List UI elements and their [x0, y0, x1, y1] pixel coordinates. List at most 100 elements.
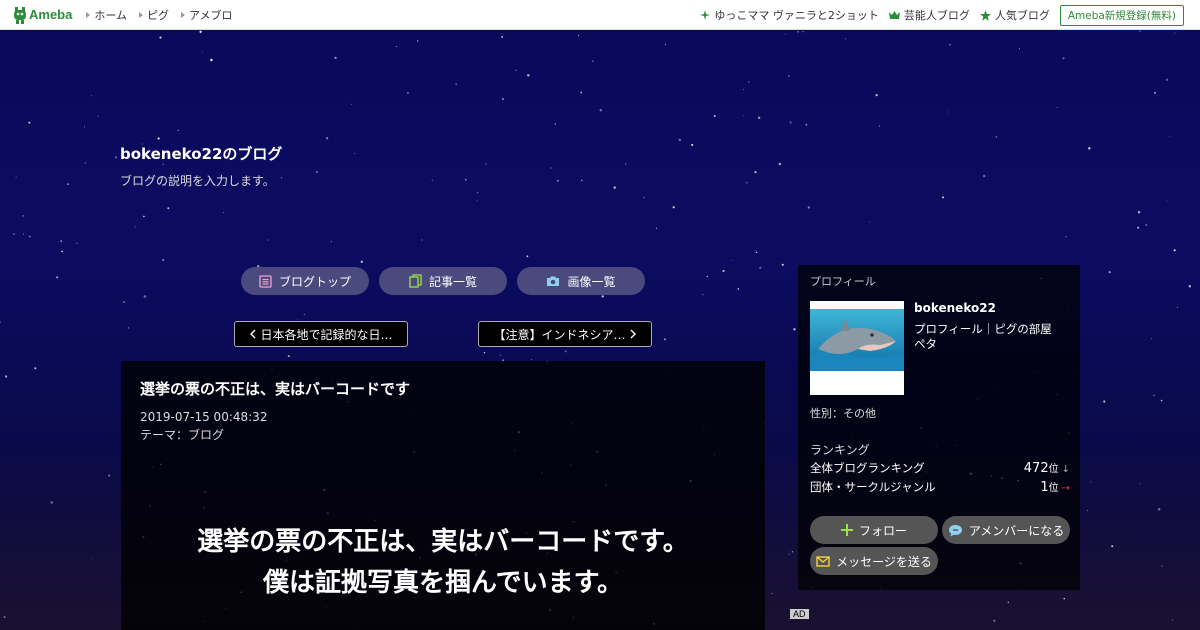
- star-dot: [556, 179, 560, 182]
- star-dot: [797, 30, 800, 33]
- star-dot: [1150, 338, 1152, 340]
- star-dot: [713, 114, 716, 118]
- nav-home-link[interactable]: ホーム: [86, 7, 127, 23]
- star-dot: [499, 354, 501, 356]
- nav-celebrity-blog-link[interactable]: 芸能人ブログ: [888, 7, 970, 23]
- star-dot: [1161, 565, 1163, 567]
- star-dot: [76, 242, 78, 245]
- ameba-logo[interactable]: Ameba: [13, 6, 72, 24]
- star-dot: [781, 263, 784, 266]
- star-dot: [1154, 92, 1156, 94]
- star-dot: [406, 91, 409, 94]
- star-dot: [1088, 147, 1091, 150]
- star-dot: [746, 181, 748, 184]
- star-dot: [791, 551, 794, 553]
- profile-link[interactable]: プロフィール: [914, 322, 983, 336]
- star-dot: [134, 226, 136, 228]
- profile-links: プロフィール｜ピグの部屋: [914, 321, 1052, 337]
- follow-button[interactable]: フォロー: [810, 516, 938, 544]
- pigg-room-link[interactable]: ピグの部屋: [994, 322, 1052, 336]
- star-dot: [531, 359, 533, 361]
- blog-top-button[interactable]: ブログトップ: [241, 267, 369, 295]
- article-headline-line-1: 選挙の票の不正は、実はバーコードです。: [197, 527, 689, 557]
- peta-link[interactable]: ペタ: [914, 336, 937, 352]
- star-dot: [122, 301, 125, 304]
- star-dot: [330, 240, 332, 243]
- star-dot: [1065, 236, 1067, 238]
- nav-pigg-link[interactable]: ピグ: [139, 7, 169, 23]
- star-dot: [5, 375, 8, 378]
- star-dot: [114, 156, 118, 159]
- profile-name[interactable]: bokeneko22: [914, 301, 996, 315]
- star-dot: [702, 294, 704, 296]
- amember-button[interactable]: アメンバーになる: [942, 516, 1070, 544]
- star-dot: [483, 351, 486, 354]
- article-theme: テーマ：ブログ: [140, 426, 224, 443]
- star-dot: [1153, 394, 1155, 397]
- star-dot: [743, 89, 744, 91]
- link-separator: ｜: [982, 322, 995, 336]
- star-dot: [1137, 211, 1141, 214]
- star-dot: [678, 138, 681, 142]
- star-dot: [526, 255, 529, 258]
- nav-featured-link[interactable]: ゆっこママ ヴァニラと2ショット: [700, 7, 879, 23]
- article-headline-line-2: 僕は証拠写真を掴んでいます。: [262, 568, 624, 598]
- previous-article-link[interactable]: 日本各地で記録的な日…: [234, 321, 408, 347]
- star-dot: [280, 177, 283, 179]
- star-dot: [655, 227, 658, 229]
- nav-ameblo-link[interactable]: アメブロ: [181, 7, 232, 23]
- star-dot: [1173, 249, 1176, 252]
- star-dot: [15, 176, 17, 178]
- star-dot: [757, 116, 761, 120]
- blog-title[interactable]: bokeneko22のブログ: [120, 143, 282, 164]
- star-dot: [84, 162, 86, 164]
- star-dot: [56, 276, 59, 279]
- star-dot: [431, 179, 433, 182]
- star-dot: [995, 136, 998, 138]
- star-dot: [1165, 78, 1169, 81]
- star-dot: [993, 619, 996, 622]
- blog-description: ブログの説明を入力します。: [120, 174, 275, 188]
- star-dot: [672, 206, 675, 209]
- image-list-button[interactable]: 画像一覧: [517, 267, 645, 295]
- profile-section-label: プロフィール: [810, 275, 876, 288]
- star-dot: [22, 233, 25, 235]
- article-title[interactable]: 選挙の票の不正は、実はバーコードです: [140, 378, 410, 399]
- ranking-row-circle-genre[interactable]: 団体・サークルジャンル 1位 →: [810, 479, 1070, 495]
- register-button[interactable]: Ameba新規登録(無料): [1059, 4, 1184, 26]
- star-dot: [199, 30, 202, 33]
- star-dot: [754, 171, 757, 174]
- star-dot: [84, 126, 86, 128]
- star-dot: [805, 123, 808, 126]
- rank-value: 1: [1040, 480, 1049, 495]
- ameba-header-bar: Ameba ホーム ピグ アメブロ ゆっこママ ヴァニラと2ショット 芸能人ブロ…: [0, 0, 1200, 30]
- header-nav-right: ゆっこママ ヴァニラと2ショット 芸能人ブログ 人気ブログ Ameba新規登録(…: [700, 0, 1200, 30]
- star-dot: [771, 593, 773, 594]
- star-dot: [1174, 32, 1176, 34]
- star-dot: [267, 239, 269, 241]
- copy-documents-icon: [409, 274, 422, 288]
- star-dot: [789, 121, 792, 124]
- star-dot: [793, 328, 796, 331]
- nav-popular-blog-link[interactable]: 人気ブログ: [979, 7, 1050, 23]
- star-dot: [778, 162, 782, 166]
- star-dot: [159, 36, 162, 39]
- star-dot: [625, 163, 627, 165]
- star-dot: [143, 295, 147, 298]
- article-theme-link[interactable]: ブログ: [188, 428, 224, 442]
- star-dot: [1166, 200, 1168, 202]
- star-dot: [455, 83, 458, 86]
- star-dot: [354, 152, 356, 154]
- star-dot: [869, 221, 871, 223]
- next-article-link[interactable]: 【注意】インドネシア…: [478, 321, 652, 347]
- star-dot: [177, 129, 179, 132]
- ranking-row-overall[interactable]: 全体ブログランキング 472位 ↓: [810, 460, 1070, 476]
- trend-down-icon: ↓: [1061, 464, 1070, 475]
- article-list-button[interactable]: 記事一覧: [379, 267, 507, 295]
- profile-avatar[interactable]: [810, 301, 904, 395]
- send-message-button[interactable]: メッセージを送る: [810, 547, 938, 575]
- star-dot: [1108, 270, 1111, 274]
- ameba-logo-icon: [14, 6, 26, 24]
- star-dot: [417, 40, 419, 42]
- star-dot: [807, 206, 810, 209]
